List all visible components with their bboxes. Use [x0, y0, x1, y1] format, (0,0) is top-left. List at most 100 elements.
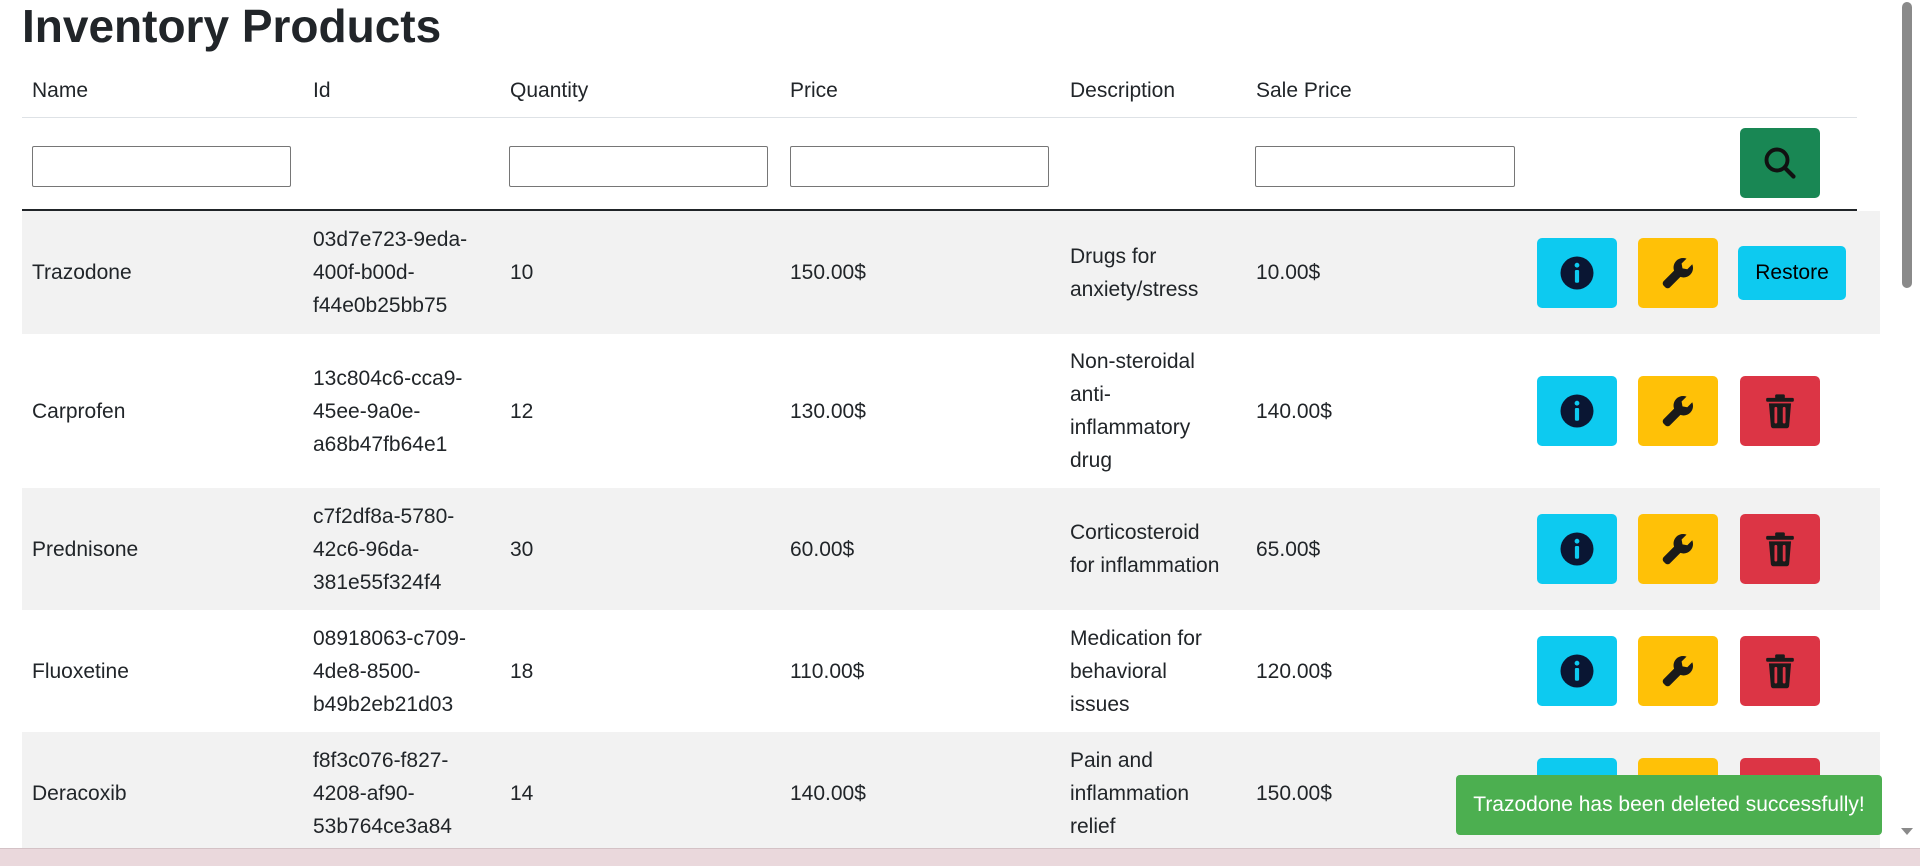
delete-button[interactable]	[1740, 376, 1820, 446]
cell-price-text: 130.00$	[790, 399, 866, 423]
cell-id: 13c804c6-cca9- 45ee-9a0e- a68b47fb64e1	[313, 334, 503, 488]
info-icon	[1560, 654, 1594, 688]
cell-name-text: Carprofen	[32, 399, 126, 423]
column-header-price: Price	[790, 79, 838, 102]
trash-icon	[1766, 654, 1794, 689]
info-button[interactable]	[1537, 238, 1617, 308]
cell-sale-price-text: 120.00$	[1256, 659, 1332, 683]
toast-message: Trazodone has been deleted successfully!	[1473, 793, 1865, 816]
page-title: Inventory Products	[22, 0, 442, 52]
cell-price: 150.00$	[790, 211, 1060, 334]
cell-description: Drugs for anxiety/stress	[1070, 211, 1250, 334]
table-row: Prednisone c7f2df8a-5780- 42c6-96da- 381e…	[22, 488, 1880, 610]
info-icon	[1560, 394, 1594, 428]
info-icon	[1560, 256, 1594, 290]
vertical-scrollbar[interactable]	[1896, 0, 1920, 848]
cell-id-text: f8f3c076-f827- 4208-af90- 53b764ce3a84	[313, 748, 452, 838]
cell-description-text: Medication for behavioral issues	[1070, 626, 1202, 716]
search-icon	[1764, 147, 1796, 179]
column-header-quantity: Quantity	[510, 79, 589, 102]
cell-description: Corticosteroid for inflammation	[1070, 488, 1250, 610]
filter-name-input[interactable]	[32, 146, 291, 187]
cell-description: Pain and inflammation relief	[1070, 732, 1250, 848]
info-button[interactable]	[1537, 636, 1617, 706]
wrench-icon	[1662, 533, 1694, 565]
cell-id: 03d7e723-9eda- 400f-b00d- f44e0b25bb75	[313, 211, 503, 334]
trash-icon	[1766, 532, 1794, 567]
cell-sale-price-text: 150.00$	[1256, 781, 1332, 805]
cell-quantity: 14	[510, 732, 780, 848]
table-row: Fluoxetine 08918063-c709- 4de8-8500- b49b…	[22, 610, 1880, 732]
taskbar	[0, 848, 1920, 866]
cell-name: Prednisone	[32, 488, 302, 610]
cell-sale-price: 140.00$	[1256, 334, 1516, 488]
cell-quantity-text: 10	[510, 261, 534, 284]
info-button[interactable]	[1537, 376, 1617, 446]
cell-description: Non-steroidal anti- inflammatory drug	[1070, 334, 1250, 488]
cell-quantity-text: 12	[510, 399, 534, 423]
cell-sale-price-text: 140.00$	[1256, 399, 1332, 423]
info-icon	[1560, 532, 1594, 566]
cell-name-text: Deracoxib	[32, 781, 127, 805]
edit-button[interactable]	[1638, 636, 1718, 706]
wrench-icon	[1662, 257, 1694, 289]
cell-price: 110.00$	[790, 610, 1060, 732]
edit-button[interactable]	[1638, 238, 1718, 308]
cell-quantity: 30	[510, 488, 780, 610]
filter-sale-price-input[interactable]	[1255, 146, 1515, 187]
cell-name-text: Fluoxetine	[32, 659, 129, 683]
cell-description-text: Pain and inflammation relief	[1070, 748, 1190, 838]
cell-quantity-text: 14	[510, 781, 534, 805]
cell-quantity: 12	[510, 334, 780, 488]
scrollbar-thumb[interactable]	[1902, 2, 1912, 288]
cell-quantity: 18	[510, 610, 780, 732]
cell-name-text: Prednisone	[32, 537, 139, 561]
cell-sale-price-text: 10.00$	[1256, 261, 1321, 284]
cell-id: f8f3c076-f827- 4208-af90- 53b764ce3a84	[313, 732, 503, 848]
inventory-table: Name Id Quantity Price Description Sale …	[22, 66, 1880, 848]
table-row: Carprofen 13c804c6-cca9- 45ee-9a0e- a68b4…	[22, 334, 1880, 488]
wrench-icon	[1662, 395, 1694, 427]
cell-sale-price: 120.00$	[1256, 610, 1516, 732]
scroll-down-arrow-icon[interactable]	[1901, 828, 1913, 835]
cell-price-text: 140.00$	[790, 781, 866, 805]
cell-name: Trazodone	[32, 211, 302, 334]
delete-button[interactable]	[1740, 636, 1820, 706]
table-row: Trazodone 03d7e723-9eda- 400f-b00d- f44e0…	[22, 211, 1880, 334]
cell-name: Deracoxib	[32, 732, 302, 848]
edit-button[interactable]	[1638, 514, 1718, 584]
cell-sale-price-text: 65.00$	[1256, 537, 1321, 561]
filter-quantity-input[interactable]	[509, 146, 768, 187]
cell-price: 60.00$	[790, 488, 1060, 610]
column-header-id: Id	[313, 79, 331, 102]
edit-button[interactable]	[1638, 376, 1718, 446]
cell-id-text: 03d7e723-9eda- 400f-b00d- f44e0b25bb75	[313, 228, 468, 317]
inventory-page: Inventory Products Name Id Quantity Pric…	[0, 0, 1920, 848]
filter-price-input[interactable]	[790, 146, 1049, 187]
cell-quantity-text: 30	[510, 537, 534, 561]
trash-icon	[1766, 394, 1794, 429]
cell-quantity-text: 18	[510, 659, 534, 683]
cell-name: Carprofen	[32, 334, 302, 488]
cell-description-text: Corticosteroid for inflammation	[1070, 521, 1220, 577]
cell-sale-price: 10.00$	[1256, 211, 1516, 334]
cell-description-text: Drugs for anxiety/stress	[1070, 244, 1199, 301]
toast-notification: Trazodone has been deleted successfully!	[1456, 775, 1882, 835]
cell-id: 08918063-c709- 4de8-8500- b49b2eb21d03	[313, 610, 503, 732]
restore-button[interactable]: Restore	[1738, 246, 1846, 300]
cell-name-text: Trazodone	[32, 261, 132, 284]
cell-id-text: 13c804c6-cca9- 45ee-9a0e- a68b47fb64e1	[313, 366, 463, 456]
table-header: Name Id Quantity Price Description Sale …	[22, 66, 1857, 118]
table-body: Trazodone 03d7e723-9eda- 400f-b00d- f44e0…	[22, 211, 1880, 848]
cell-id: c7f2df8a-5780- 42c6-96da- 381e55f324f4	[313, 488, 503, 610]
cell-description-text: Non-steroidal anti- inflammatory drug	[1070, 350, 1195, 472]
cell-price-text: 110.00$	[790, 659, 865, 683]
cell-price: 130.00$	[790, 334, 1060, 488]
cell-price-text: 150.00$	[790, 261, 866, 284]
search-button[interactable]	[1740, 128, 1820, 198]
cell-description: Medication for behavioral issues	[1070, 610, 1250, 732]
filter-row	[22, 118, 1857, 211]
info-button[interactable]	[1537, 514, 1617, 584]
cell-id-text: 08918063-c709- 4de8-8500- b49b2eb21d03	[313, 626, 466, 716]
delete-button[interactable]	[1740, 514, 1820, 584]
